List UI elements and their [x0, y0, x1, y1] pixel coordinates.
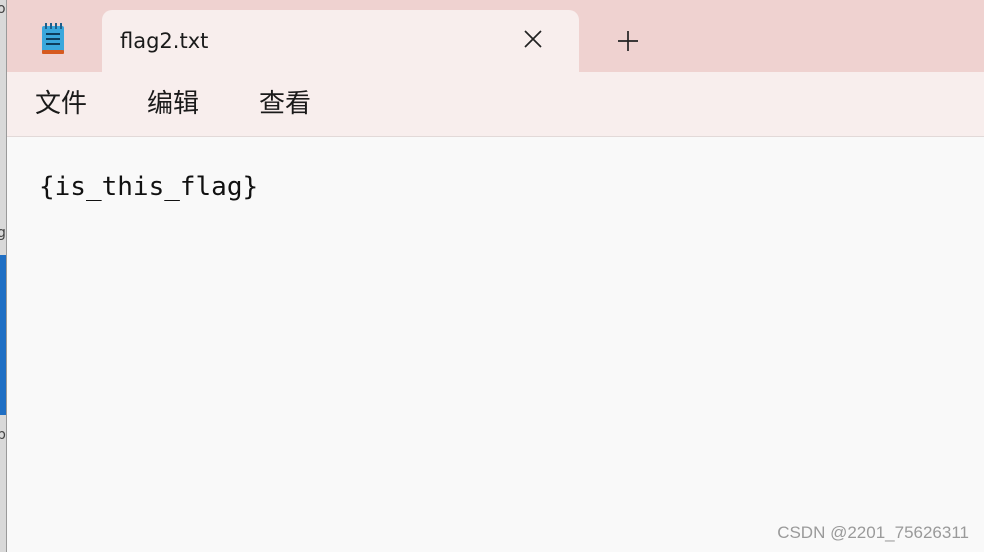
- menu-edit[interactable]: 编辑: [147, 88, 199, 120]
- plus-icon: [618, 31, 638, 51]
- text-editor-area[interactable]: {is_this_flag}: [7, 137, 984, 552]
- background-text-fragment: g: [0, 226, 6, 240]
- menu-file[interactable]: 文件: [35, 88, 87, 120]
- notepad-icon: [40, 22, 66, 56]
- menu-bar: 文件 编辑 查看: [7, 72, 984, 137]
- tab-title: flag2.txt: [120, 29, 209, 53]
- new-tab-button[interactable]: [614, 27, 642, 55]
- close-icon: [524, 30, 542, 48]
- background-blue-bar: [0, 255, 6, 415]
- notepad-window: flag2.txt 文件 编辑 查看 {is_this_flag} CSDN @…: [7, 0, 984, 552]
- background-text-fragment: p: [0, 428, 6, 442]
- background-window-edge: o g p: [0, 0, 7, 552]
- tab-flag2[interactable]: flag2.txt: [102, 10, 579, 72]
- watermark: CSDN @2201_75626311: [777, 523, 969, 542]
- background-text-fragment: o: [0, 2, 6, 16]
- close-tab-button[interactable]: [520, 26, 546, 52]
- editor-content: {is_this_flag}: [39, 172, 259, 202]
- menu-view[interactable]: 查看: [259, 88, 311, 120]
- title-bar: flag2.txt: [7, 0, 984, 72]
